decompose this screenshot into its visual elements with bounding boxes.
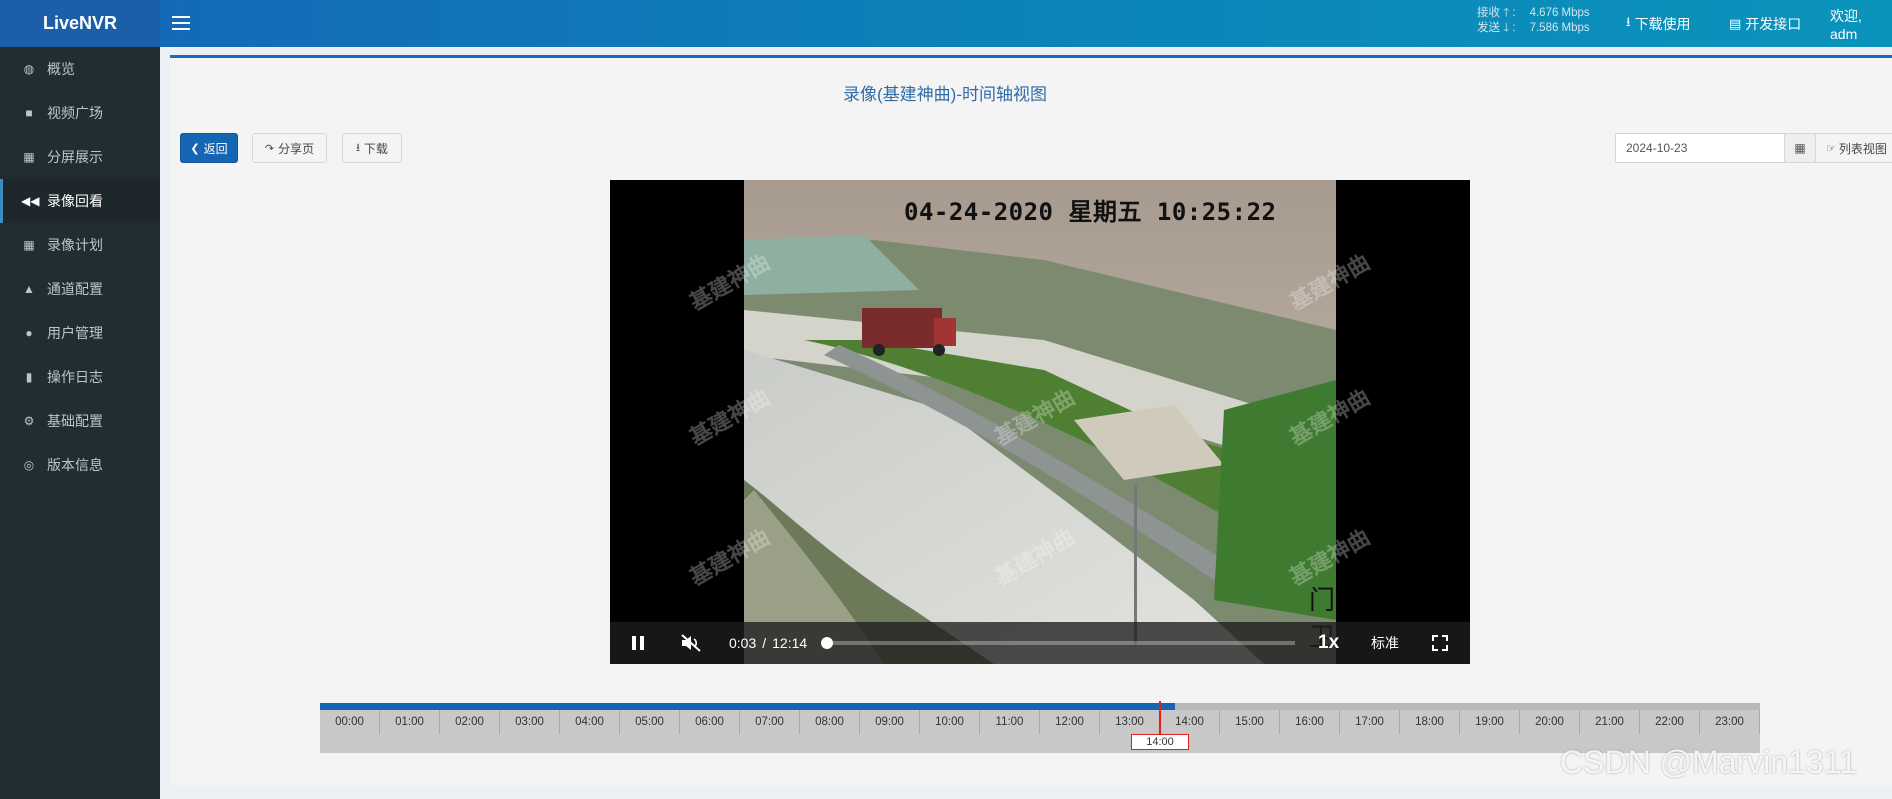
top-navbar: LiveNVR 接收 🡑 : 4.676 Mbps 发送 🡓 : 7.586 Mbp…	[0, 0, 1892, 47]
calendar-icon: ▦	[1794, 141, 1806, 155]
player-controls: 0:03 / 12:14 1x 标准	[610, 622, 1470, 664]
download-usage-link[interactable]: ⭳ 下载使用	[1626, 0, 1691, 47]
dashboard-icon: ◍	[23, 62, 35, 76]
back-button[interactable]: ❮ 返回	[180, 133, 238, 163]
sidebar-item-basic-config[interactable]: ⚙ 基础配置	[0, 399, 160, 443]
fullscreen-button[interactable]	[1432, 622, 1448, 664]
timeline-hour[interactable]: 07:00	[740, 710, 800, 734]
sidebar-toggle-icon[interactable]	[172, 12, 190, 32]
timeline-cursor[interactable]	[1159, 701, 1161, 735]
time-separator: /	[762, 635, 767, 651]
video-player[interactable]: 04-24-2020 星期五 10:25:22 门卫 基建神曲 基建神曲 基建神…	[610, 180, 1470, 664]
quality-button[interactable]: 标准	[1371, 622, 1399, 664]
sidebar-item-record-plan[interactable]: ▦ 录像计划	[0, 223, 160, 267]
timeline-hour[interactable]: 11:00	[980, 710, 1040, 734]
calendar-button[interactable]: ▦	[1784, 133, 1816, 163]
fullscreen-icon	[1432, 635, 1448, 651]
download-icon: ⭳	[1626, 13, 1631, 29]
timeline-hour[interactable]: 06:00	[680, 710, 740, 734]
net-recv-label: 接收 🡑 :	[1477, 7, 1516, 19]
timeline-hour[interactable]: 12:00	[1040, 710, 1100, 734]
timeline-recorded-range	[320, 703, 1175, 710]
road-icon: ▲	[23, 282, 35, 296]
video-osd-timestamp: 04-24-2020 星期五 10:25:22	[904, 198, 1277, 226]
users-icon: ●	[25, 326, 33, 340]
timeline-hours: 00:00 01:00 02:00 03:00 04:00 05:00 06:00 07:00…	[320, 710, 1760, 734]
sidebar: ◍ 概览 ■ 视频广场 ▦ 分屏展示 ◀◀ 录像回看 ▦ 录像计划 ▲ 通道配置 ● 用户管理…	[0, 47, 160, 799]
timeline-hour[interactable]: 17:00	[1340, 710, 1400, 734]
sidebar-item-overview[interactable]: ◍ 概览	[0, 47, 160, 91]
timeline-hour[interactable]: 01:00	[380, 710, 440, 734]
app-logo[interactable]: LiveNVR	[0, 0, 160, 47]
timeline-hour[interactable]: 10:00	[920, 710, 980, 734]
timeline-hour[interactable]: 18:00	[1400, 710, 1460, 734]
timeline-hour[interactable]: 23:00	[1700, 710, 1760, 734]
timeline-hour[interactable]: 16:00	[1280, 710, 1340, 734]
page-title: 录像(基建神曲)-时间轴视图	[843, 85, 1047, 104]
timeline-hour[interactable]: 13:00	[1100, 710, 1160, 734]
timeline-hour[interactable]: 15:00	[1220, 710, 1280, 734]
timeline-hour[interactable]: 19:00	[1460, 710, 1520, 734]
timeline-hour[interactable]: 04:00	[560, 710, 620, 734]
video-camera-icon: ■	[25, 106, 33, 120]
list-view-button[interactable]: ☞ 列表视图	[1815, 133, 1892, 163]
timeline-cursor-label: 14:00	[1131, 734, 1189, 750]
timeline-hour[interactable]: 03:00	[500, 710, 560, 734]
cogs-icon: ⚙	[23, 414, 35, 428]
progress-bar[interactable]	[820, 637, 1295, 649]
sidebar-item-version-info[interactable]: ◎ 版本信息	[0, 443, 160, 487]
date-input[interactable]: 2024-10-23	[1615, 133, 1785, 163]
timeline-hour[interactable]: 08:00	[800, 710, 860, 734]
timeline-hour[interactable]: 02:00	[440, 710, 500, 734]
sidebar-item-user-management[interactable]: ● 用户管理	[0, 311, 160, 355]
net-recv-value: 4.676 Mbps	[1529, 7, 1590, 19]
hand-point-icon: ☞	[1826, 142, 1836, 155]
timeline-hour[interactable]: 09:00	[860, 710, 920, 734]
mute-button[interactable]	[680, 622, 702, 664]
pause-icon	[632, 636, 644, 650]
lifebuoy-icon: ◎	[23, 458, 35, 472]
volume-muted-icon	[681, 634, 701, 652]
net-send-label: 发送 🡓 :	[1477, 22, 1516, 34]
dev-api-link[interactable]: ▤ 开发接口	[1729, 0, 1801, 47]
progress-handle[interactable]	[820, 637, 833, 649]
download-icon: ⭳	[356, 141, 360, 154]
sidebar-item-playback[interactable]: ◀◀ 录像回看	[0, 179, 160, 223]
sidebar-item-split-screen[interactable]: ▦ 分屏展示	[0, 135, 160, 179]
current-time: 0:03	[729, 635, 757, 651]
timeline-hour[interactable]: 21:00	[1580, 710, 1640, 734]
file-icon: ▮	[25, 370, 33, 384]
timeline-hour[interactable]: 14:00	[1160, 710, 1220, 734]
grid-icon: ▦	[23, 150, 35, 164]
chevron-left-icon: ❮	[190, 142, 200, 155]
rewind-icon: ◀◀	[21, 194, 40, 208]
book-icon: ▤	[1729, 15, 1742, 31]
csdn-watermark: CSDN @Marvin1311	[1560, 744, 1857, 780]
timeline-hour[interactable]: 05:00	[620, 710, 680, 734]
timeline[interactable]: 00:00 01:00 02:00 03:00 04:00 05:00 06:00 07:00…	[320, 701, 1760, 753]
download-button[interactable]: ⭳ 下载	[342, 133, 402, 163]
timeline-hour[interactable]: 20:00	[1520, 710, 1580, 734]
share-page-button[interactable]: ↷ 分享页	[252, 133, 327, 163]
network-stats: 接收 🡑 : 4.676 Mbps 发送 🡓 : 7.586 Mbps	[1477, 6, 1590, 36]
calendar-icon: ▦	[23, 238, 35, 252]
duration: 12:14	[772, 635, 808, 651]
sidebar-item-channel-config[interactable]: ▲ 通道配置	[0, 267, 160, 311]
player-time: 0:03 / 12:14	[729, 622, 807, 664]
speed-button[interactable]: 1x	[1318, 622, 1339, 664]
timeline-hour[interactable]: 22:00	[1640, 710, 1700, 734]
sidebar-item-video-square[interactable]: ■ 视频广场	[0, 91, 160, 135]
net-send-value: 7.586 Mbps	[1529, 22, 1590, 34]
sidebar-item-operation-log[interactable]: ▮ 操作日志	[0, 355, 160, 399]
timeline-track	[320, 703, 1760, 710]
timeline-hour[interactable]: 00:00	[320, 710, 380, 734]
pause-button[interactable]	[630, 622, 646, 664]
share-icon: ↷	[264, 142, 275, 155]
user-menu[interactable]: 欢迎, adm	[1830, 0, 1892, 47]
